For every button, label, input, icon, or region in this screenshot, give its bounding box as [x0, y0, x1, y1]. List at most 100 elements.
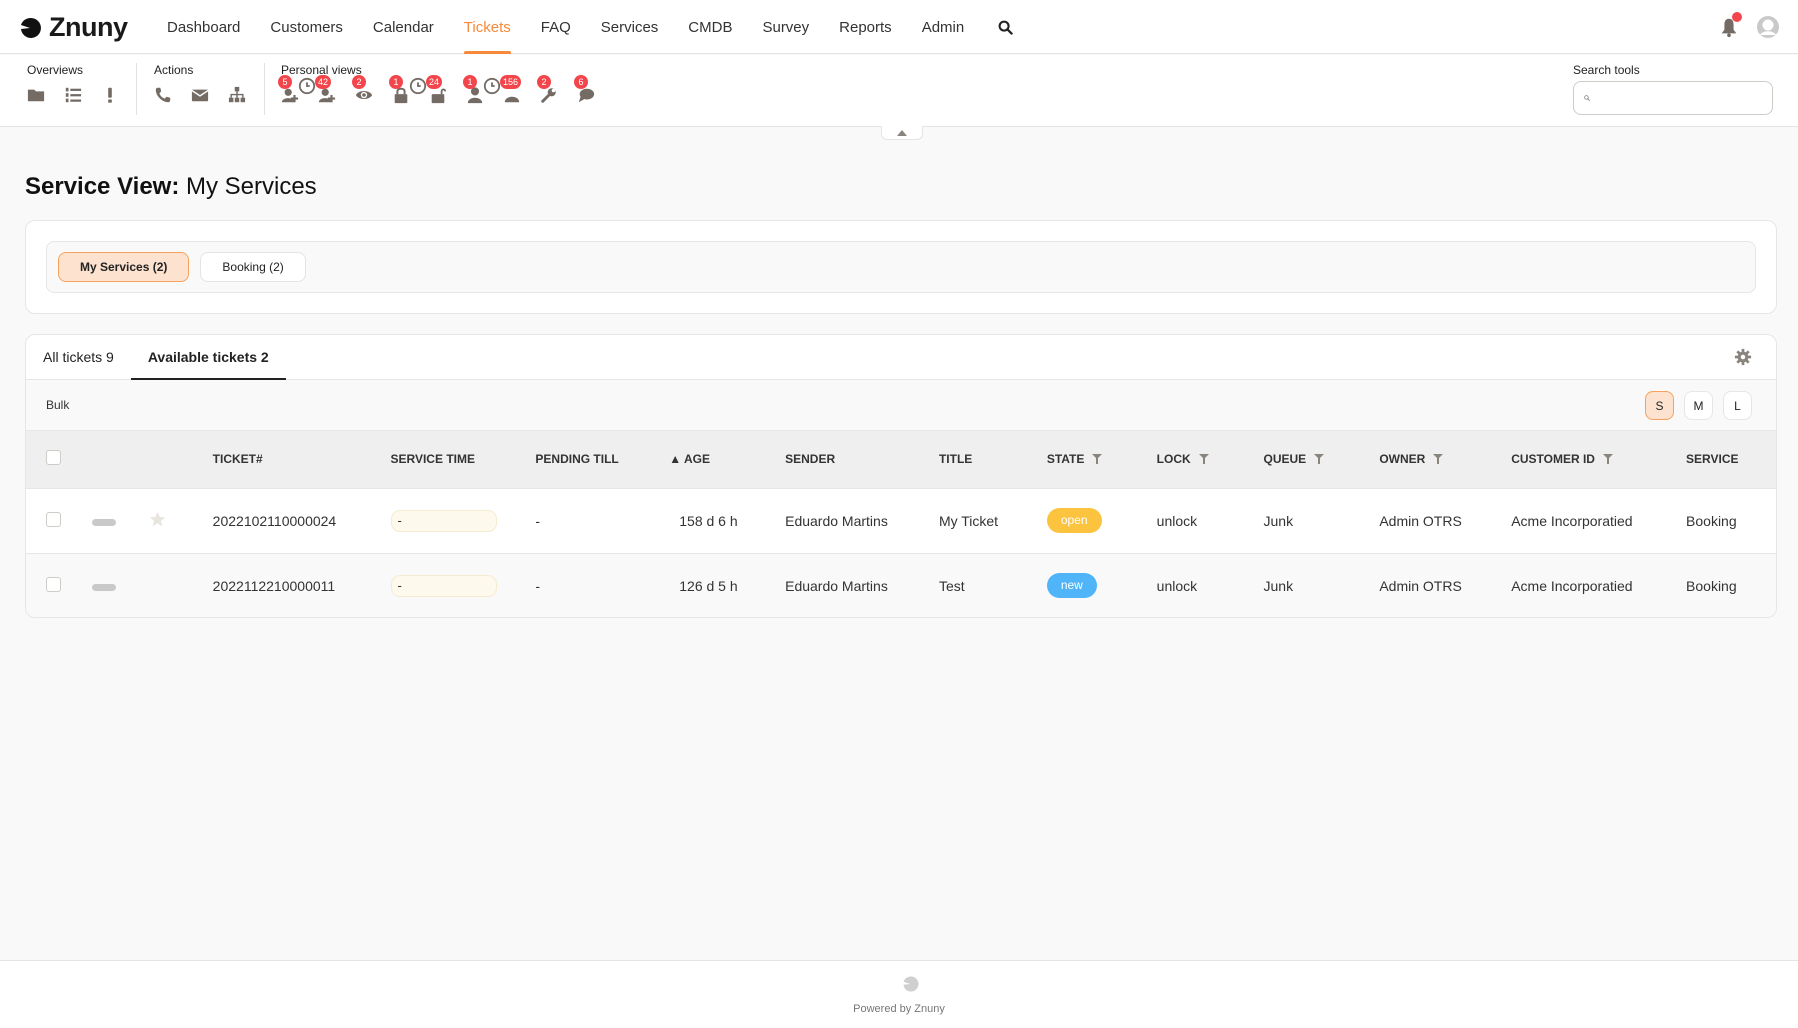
filter-icon[interactable] — [1433, 454, 1444, 465]
ticket-title[interactable]: Test — [939, 553, 1047, 617]
toolbar-divider — [264, 63, 265, 115]
new-responsible-tickets-reminder-button[interactable]: 5 — [278, 75, 318, 106]
ticket-number[interactable]: 2022102110000024 — [213, 488, 391, 553]
filter-icon[interactable] — [1602, 454, 1613, 465]
nav-customers[interactable]: Customers — [255, 0, 358, 54]
filter-icon[interactable] — [1198, 454, 1209, 465]
new-phone-ticket-button[interactable] — [154, 84, 191, 106]
toolbar-divider — [136, 63, 137, 115]
col-owner-label: OWNER — [1379, 452, 1426, 467]
table-row[interactable]: 2022112210000011 - - 126 d 5 h Eduardo M… — [26, 553, 1776, 617]
search-tools: Search tools — [1573, 63, 1773, 115]
service-time: - — [390, 509, 497, 532]
count-badge: 24 — [426, 75, 443, 89]
col-queue[interactable]: QUEUE — [1264, 431, 1380, 488]
filter-my-services[interactable]: My Services (2) — [58, 252, 190, 282]
gear-icon[interactable] — [1734, 348, 1752, 366]
my-services-tickets-button[interactable]: 2 — [537, 75, 577, 106]
col-customer-id[interactable]: CUSTOMER ID — [1511, 431, 1686, 488]
owner: Admin OTRS — [1379, 577, 1462, 594]
col-owner[interactable]: OWNER — [1379, 431, 1511, 488]
top-navigation: Znuny Dashboard Customers Calendar Ticke… — [0, 0, 1798, 54]
overviews-label: Overviews — [27, 63, 84, 77]
znuny-logo-icon[interactable] — [902, 975, 920, 993]
col-age[interactable]: ▲ AGE — [667, 431, 785, 488]
znuny-logo[interactable]: Znuny — [19, 12, 128, 43]
chat-button[interactable]: 6 — [574, 75, 614, 106]
chevron-up-icon — [897, 129, 907, 136]
sender: Eduardo Martins — [785, 512, 888, 529]
service-time: - — [390, 574, 497, 597]
nav-survey[interactable]: Survey — [747, 0, 824, 54]
toolbar-collapse-toggle[interactable] — [881, 126, 923, 140]
filter-icon[interactable] — [1092, 454, 1103, 465]
search-tools-field[interactable] — [1573, 81, 1773, 115]
col-title[interactable]: TITLE — [939, 431, 1047, 488]
nav-admin[interactable]: Admin — [907, 0, 980, 54]
nav-search-button[interactable] — [983, 0, 1028, 54]
tab-all-tickets[interactable]: All tickets 9 — [26, 335, 131, 379]
pending-till: - — [535, 512, 541, 529]
star-icon[interactable] — [149, 511, 166, 528]
tickets-table: TICKET# SERVICE TIME PENDING TILL ▲ AGE … — [26, 431, 1776, 617]
new-process-ticket-button[interactable] — [228, 84, 265, 106]
actions-label: Actions — [154, 63, 194, 77]
col-pending-till[interactable]: PENDING TILL — [535, 431, 667, 488]
ticket-title[interactable]: My Ticket — [939, 488, 1047, 553]
customer-id: Acme Incorporatied — [1511, 577, 1633, 594]
nav-cmdb[interactable]: CMDB — [673, 0, 747, 54]
overview-list-button[interactable] — [64, 84, 101, 106]
overview-escalation-button[interactable] — [101, 84, 138, 106]
nav-faq[interactable]: FAQ — [526, 0, 586, 54]
col-service[interactable]: SERVICE — [1686, 431, 1776, 488]
row-checkbox[interactable] — [46, 511, 61, 527]
my-queues-tickets-button[interactable]: 156 — [500, 75, 540, 106]
row-checkbox[interactable] — [46, 576, 61, 592]
service: Booking — [1686, 577, 1737, 594]
count-badge: 156 — [500, 75, 522, 89]
col-sender[interactable]: SENDER — [785, 431, 939, 488]
size-large-button[interactable]: L — [1723, 391, 1752, 420]
bulk-action-button[interactable]: Bulk — [46, 398, 69, 412]
select-all-checkbox[interactable] — [46, 450, 61, 466]
nav-calendar[interactable]: Calendar — [358, 0, 449, 54]
locked-tickets-button[interactable]: 24 — [426, 75, 466, 106]
locked-tickets-reminder-button[interactable]: 1 — [389, 75, 429, 106]
nav-reports[interactable]: Reports — [824, 0, 907, 54]
size-small-button[interactable]: S — [1645, 391, 1674, 420]
clock-icon — [298, 77, 316, 95]
count-badge: 2 — [352, 75, 366, 89]
filter-booking[interactable]: Booking (2) — [200, 252, 306, 282]
overview-folder-button[interactable] — [27, 84, 64, 106]
col-lock-label: LOCK — [1156, 452, 1191, 467]
filter-icon[interactable] — [1314, 454, 1325, 465]
personal-views-group: Personal views 5 42 2 1 24 1 156 2 6 — [278, 63, 614, 106]
bulk-bar: Bulk S M L — [26, 380, 1776, 431]
watched-tickets-button[interactable]: 2 — [352, 75, 392, 106]
my-tickets-reminder-button[interactable]: 1 — [463, 75, 503, 106]
col-service-time[interactable]: SERVICE TIME — [391, 431, 536, 488]
main-nav: Dashboard Customers Calendar Tickets FAQ… — [152, 0, 1028, 54]
table-row[interactable]: 2022102110000024 - - 158 d 6 h Eduardo M… — [26, 488, 1776, 553]
nav-tickets[interactable]: Tickets — [449, 0, 526, 54]
user-avatar-icon[interactable] — [1756, 15, 1780, 39]
nav-dashboard[interactable]: Dashboard — [152, 0, 255, 54]
size-medium-button[interactable]: M — [1684, 391, 1713, 420]
col-ticket-number[interactable]: TICKET# — [213, 431, 391, 488]
new-email-ticket-button[interactable] — [191, 84, 228, 106]
count-badge: 1 — [389, 75, 403, 89]
tab-available-tickets[interactable]: Available tickets 2 — [130, 335, 286, 380]
count-badge: 42 — [315, 75, 332, 89]
tickets-card: All tickets 9 Available tickets 2 Bulk S… — [25, 334, 1777, 618]
powered-by-text[interactable]: Powered by Znuny — [0, 1003, 1798, 1015]
col-state[interactable]: STATE — [1047, 431, 1157, 488]
ordered-list-icon — [65, 87, 82, 103]
page-title: Service View: My Services — [25, 173, 317, 201]
col-lock[interactable]: LOCK — [1157, 431, 1264, 488]
ticket-number[interactable]: 2022112210000011 — [213, 553, 391, 617]
overviews-group: Overviews — [27, 63, 138, 106]
search-icon — [1584, 95, 1590, 101]
search-tools-input[interactable] — [1596, 90, 1772, 106]
nav-services[interactable]: Services — [586, 0, 674, 54]
new-responsible-tickets-button[interactable]: 42 — [315, 75, 355, 106]
